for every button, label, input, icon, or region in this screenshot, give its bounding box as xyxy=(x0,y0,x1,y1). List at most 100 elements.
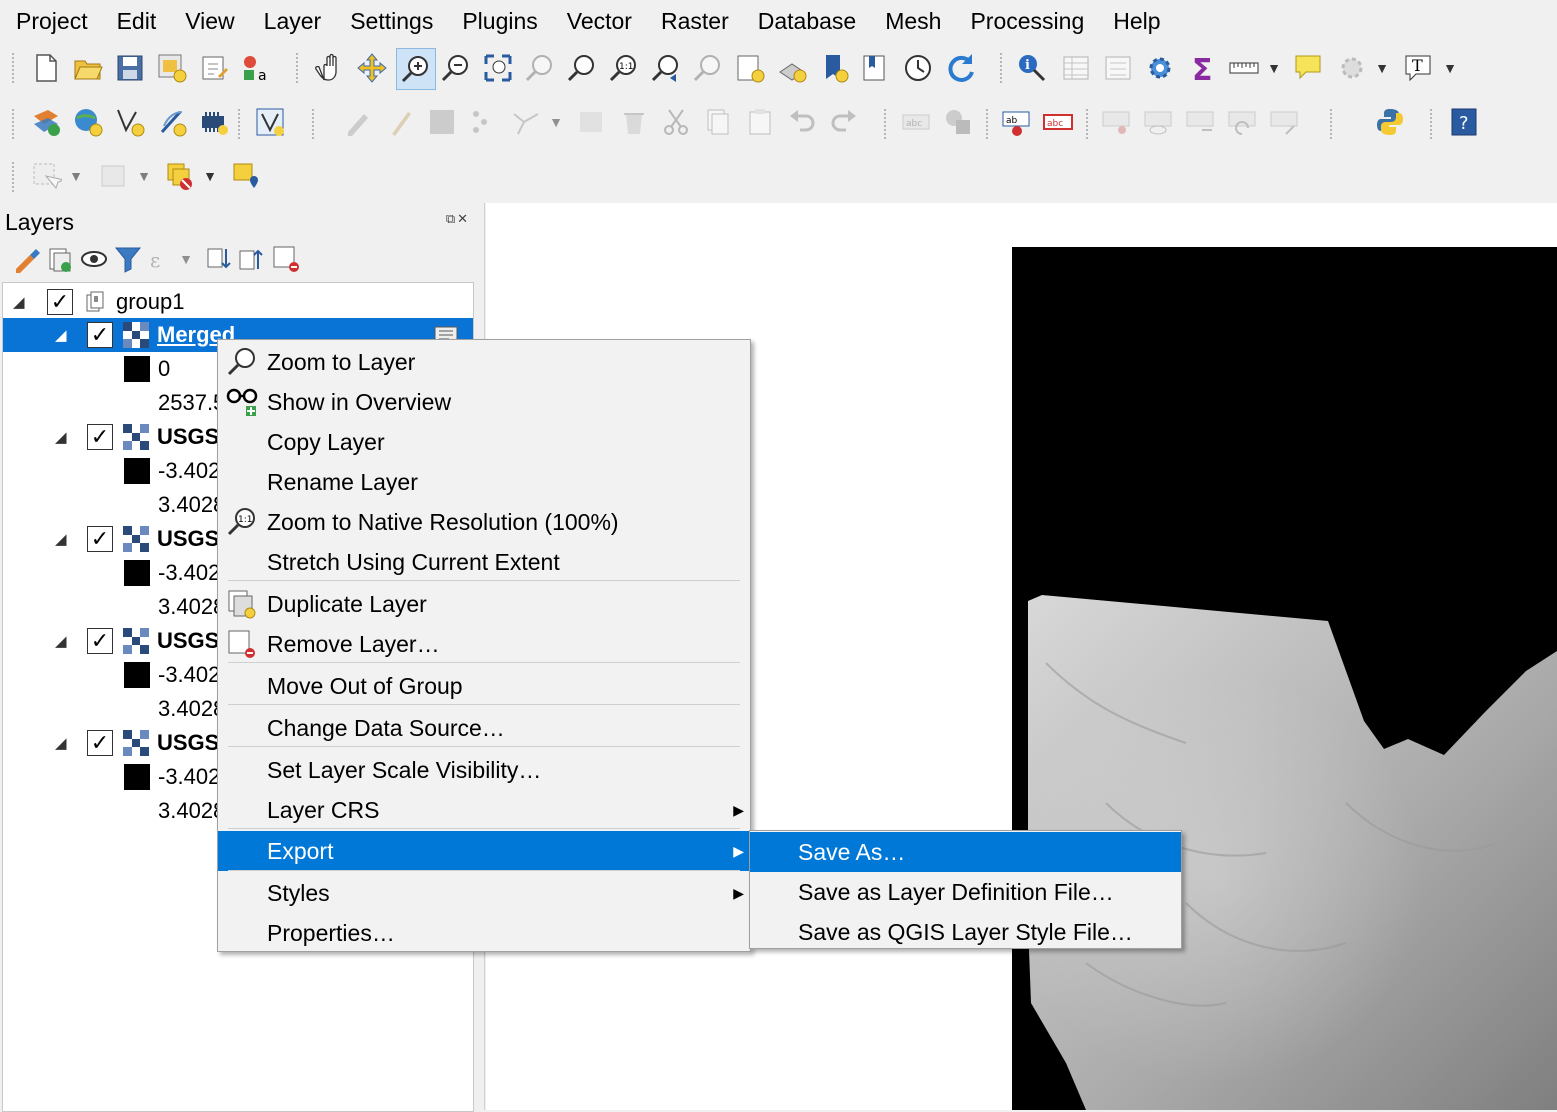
style-manager-icon[interactable]: a xyxy=(238,50,274,86)
toolbar-grip[interactable] xyxy=(1086,109,1092,139)
menu-item-change-data-source[interactable]: Change Data Source… xyxy=(218,708,750,748)
save-as-icon[interactable] xyxy=(154,50,190,86)
remove-layer-icon[interactable] xyxy=(268,241,304,277)
menu-help[interactable]: Help xyxy=(1097,0,1173,42)
menu-settings[interactable]: Settings xyxy=(334,0,446,42)
menu-vector[interactable]: Vector xyxy=(551,0,645,42)
toolbar-grip[interactable] xyxy=(238,109,244,139)
filter-by-expression-icon[interactable]: ε xyxy=(144,241,180,277)
menu-item-layer-crs[interactable]: Layer CRS ▶ xyxy=(218,790,750,830)
temporal-controller-icon[interactable] xyxy=(900,50,936,86)
save-edits-icon[interactable] xyxy=(424,104,460,140)
menu-item-remove-layer[interactable]: Remove Layer… xyxy=(218,624,750,664)
layer-checkbox[interactable]: ✓ xyxy=(87,526,113,552)
whats-this-help-icon[interactable]: ? xyxy=(1446,104,1482,140)
pan-icon[interactable] xyxy=(312,50,348,86)
menu-item-zoom-native[interactable]: 1:1 Zoom to Native Resolution (100%) xyxy=(218,502,750,542)
menu-item-styles[interactable]: Styles ▶ xyxy=(218,873,750,913)
new-project-icon[interactable] xyxy=(28,50,64,86)
chevron-down-icon[interactable]: ▼ xyxy=(1442,50,1458,86)
menu-item-rename-layer[interactable]: Rename Layer xyxy=(218,462,750,502)
filter-legend-icon[interactable] xyxy=(110,241,146,277)
chevron-down-icon[interactable]: ◢ xyxy=(13,293,25,311)
zoom-native-icon[interactable]: 1:1 xyxy=(606,50,642,86)
layer-checkbox[interactable]: ✓ xyxy=(87,628,113,654)
manage-map-themes-icon[interactable] xyxy=(76,241,112,277)
change-label-icon[interactable] xyxy=(1266,104,1302,140)
copy-features-icon[interactable] xyxy=(700,104,736,140)
zoom-next-icon[interactable] xyxy=(690,50,726,86)
new-geopackage-icon[interactable] xyxy=(70,104,106,140)
toolbar-grip[interactable] xyxy=(12,109,18,139)
new-vector-layer-icon[interactable] xyxy=(252,104,288,140)
toolbar-grip[interactable] xyxy=(296,53,302,83)
toolbar-grip[interactable] xyxy=(1330,109,1336,139)
chevron-down-icon[interactable]: ◢ xyxy=(55,734,67,752)
new-map-view-icon[interactable] xyxy=(732,50,768,86)
toolbar-grip[interactable] xyxy=(986,109,992,139)
chevron-down-icon[interactable]: ◢ xyxy=(55,428,67,446)
field-calculator-icon[interactable] xyxy=(1100,50,1136,86)
chevron-down-icon[interactable]: ◢ xyxy=(55,326,67,344)
python-console-icon[interactable] xyxy=(1372,104,1408,140)
current-edits-icon[interactable] xyxy=(340,104,376,140)
expand-all-icon[interactable] xyxy=(200,241,236,277)
chevron-down-icon[interactable]: ▼ xyxy=(68,158,84,194)
attribute-table-icon[interactable] xyxy=(1058,50,1094,86)
submenu-item-save-qgis-style[interactable]: Save as QGIS Layer Style File… xyxy=(750,912,1181,952)
rotate-label-icon[interactable] xyxy=(1224,104,1260,140)
zoom-to-layer-icon[interactable] xyxy=(564,50,600,86)
chevron-down-icon[interactable]: ▼ xyxy=(136,158,152,194)
layer-checkbox[interactable]: ✓ xyxy=(47,289,73,315)
pan-to-selection-icon[interactable] xyxy=(354,50,390,86)
menu-mesh[interactable]: Mesh xyxy=(869,0,954,42)
menu-item-export[interactable]: Export ▶ xyxy=(218,831,750,871)
gps-settings-icon[interactable] xyxy=(1334,50,1370,86)
vertex-tool-icon[interactable] xyxy=(508,104,544,140)
toolbar-grip[interactable] xyxy=(1430,109,1436,139)
menu-item-properties[interactable]: Properties… xyxy=(218,913,750,953)
menu-item-copy-layer[interactable]: Copy Layer xyxy=(218,422,750,462)
layer-checkbox[interactable]: ✓ xyxy=(87,730,113,756)
toolbar-grip[interactable] xyxy=(1000,53,1006,83)
zoom-full-icon[interactable] xyxy=(480,50,516,86)
menu-project[interactable]: Project xyxy=(0,0,101,42)
menu-item-move-out-of-group[interactable]: Move Out of Group xyxy=(218,666,750,706)
layer-labeling-options-icon[interactable]: ab xyxy=(998,104,1034,140)
refresh-icon[interactable] xyxy=(942,50,978,86)
chevron-down-icon[interactable]: ▼ xyxy=(1374,50,1390,86)
menu-item-show-in-overview[interactable]: Show in Overview xyxy=(218,382,750,422)
show-bookmarks-icon[interactable] xyxy=(858,50,894,86)
toolbar-grip[interactable] xyxy=(12,53,18,83)
select-by-location-icon[interactable] xyxy=(228,158,264,194)
statistics-sum-icon[interactable]: Σ xyxy=(1184,50,1220,86)
zoom-out-icon[interactable] xyxy=(438,50,474,86)
text-annotation-icon[interactable]: T xyxy=(1400,50,1436,86)
chevron-down-icon[interactable]: ▼ xyxy=(548,104,564,140)
add-group-icon[interactable] xyxy=(42,241,78,277)
zoom-in-icon[interactable] xyxy=(396,48,436,90)
menu-raster[interactable]: Raster xyxy=(645,0,742,42)
menu-item-duplicate-layer[interactable]: Duplicate Layer xyxy=(218,584,750,624)
toolbar-grip[interactable] xyxy=(884,109,890,139)
chevron-down-icon[interactable]: ▼ xyxy=(1266,50,1282,86)
new-virtual-layer-icon[interactable] xyxy=(196,104,232,140)
submenu-item-save-layer-definition[interactable]: Save as Layer Definition File… xyxy=(750,872,1181,912)
menu-item-zoom-to-layer[interactable]: Zoom to Layer xyxy=(218,342,750,382)
add-point-feature-icon[interactable] xyxy=(466,104,502,140)
measure-icon[interactable] xyxy=(1226,50,1262,86)
menu-processing[interactable]: Processing xyxy=(954,0,1097,42)
identify-icon[interactable]: i xyxy=(1014,50,1050,86)
layer-checkbox[interactable]: ✓ xyxy=(87,424,113,450)
cut-features-icon[interactable] xyxy=(658,104,694,140)
new-temporary-layer-icon[interactable] xyxy=(154,104,190,140)
label-toolbar-icon[interactable]: abc xyxy=(898,104,934,140)
menu-item-stretch-current-extent[interactable]: Stretch Using Current Extent xyxy=(218,542,750,582)
menu-layer[interactable]: Layer xyxy=(248,0,335,42)
pin-labels-icon[interactable] xyxy=(1098,104,1134,140)
select-by-value-icon[interactable] xyxy=(96,158,132,194)
toolbar-grip[interactable] xyxy=(12,162,18,192)
diagram-options-icon[interactable] xyxy=(940,104,976,140)
tree-item-group1[interactable]: ◢ ✓ group1 xyxy=(3,285,473,319)
show-hide-labels-icon[interactable] xyxy=(1140,104,1176,140)
